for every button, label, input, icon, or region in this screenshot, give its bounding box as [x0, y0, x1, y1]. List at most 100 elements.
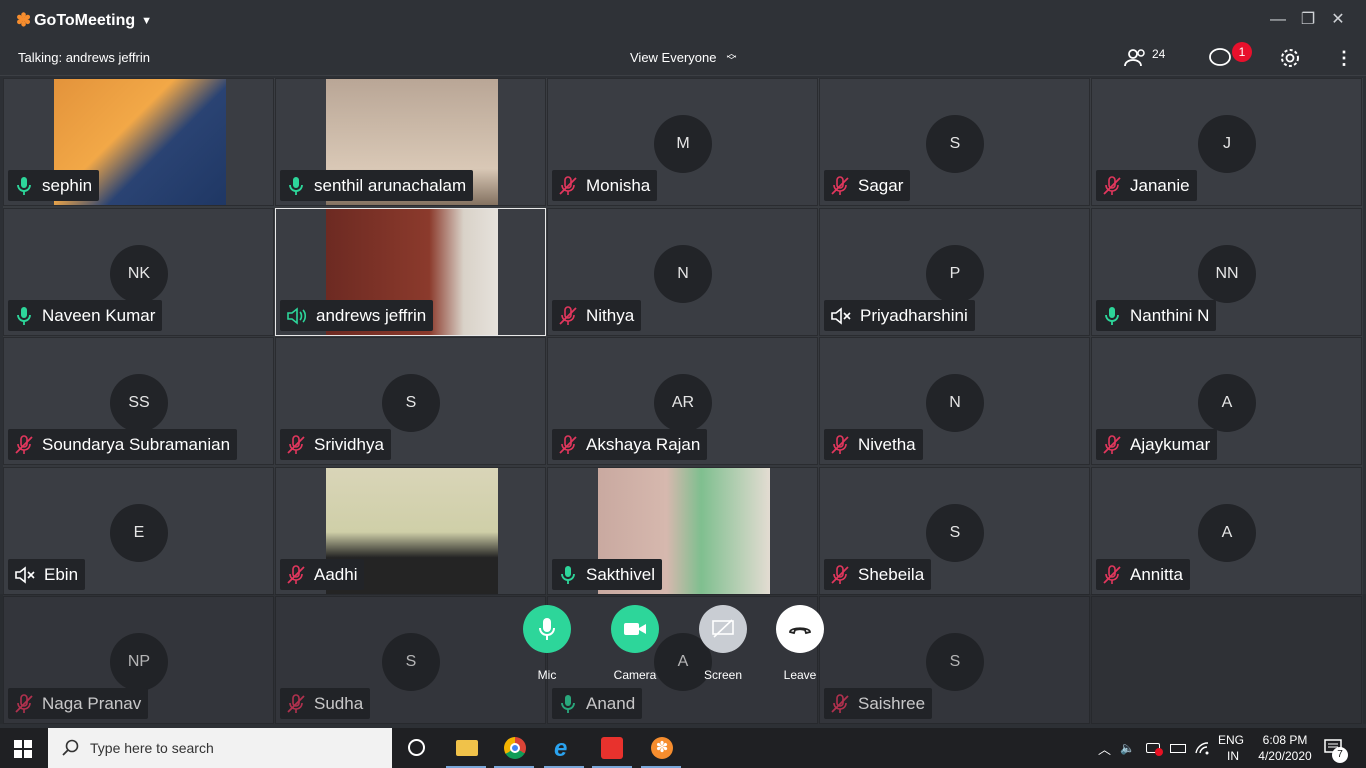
meeting-controls: Mic Camera Screen Leave	[0, 604, 1366, 684]
clock-date: 4/20/2020	[1258, 749, 1312, 763]
language-indicator[interactable]: ENG IN	[1218, 728, 1244, 768]
mic-on-icon	[558, 694, 578, 714]
gotomeeting-taskbar-icon[interactable]: ✽	[651, 737, 673, 759]
network-error-icon[interactable]	[1146, 728, 1163, 768]
participant-tile[interactable]: N Nivetha	[819, 337, 1090, 465]
participant-tile[interactable]: A Ajaykumar	[1091, 337, 1362, 465]
participant-name: Sudha	[314, 693, 364, 713]
clock[interactable]: 6:08 PM 4/20/2020	[1254, 728, 1316, 768]
participant-name-label: Sakthivel	[552, 559, 662, 590]
close-button[interactable]: ✕	[1326, 8, 1350, 32]
chrome-icon[interactable]	[504, 737, 526, 759]
participant-name-label: Shebeila	[824, 559, 932, 590]
participant-tile[interactable]: J Jananie	[1091, 78, 1362, 206]
participant-tile[interactable]: NN Nanthini N	[1091, 208, 1362, 336]
chevron-updown-icon: ︿ ﹀	[726, 48, 737, 67]
taskbar-search[interactable]: Type here to search	[48, 728, 392, 768]
participant-tile[interactable]: NK Naveen Kumar	[3, 208, 274, 336]
mic-muted-icon	[1102, 175, 1122, 196]
participant-tile[interactable]: S Sagar	[819, 78, 1090, 206]
participant-tile[interactable]: S Shebeila	[819, 467, 1090, 595]
participants-button[interactable]: 24	[1124, 46, 1165, 70]
participant-tile[interactable]: Sakthivel	[547, 467, 818, 595]
participant-tile[interactable]: E Ebin	[3, 467, 274, 595]
battery-icon[interactable]	[1170, 728, 1186, 768]
mic-muted-icon	[14, 434, 34, 455]
mic-on-icon	[14, 306, 34, 326]
more-options-button[interactable]: ⋮	[1335, 46, 1353, 70]
mic-button[interactable]	[523, 605, 571, 653]
participant-name: Akshaya Rajan	[586, 434, 701, 454]
participant-avatar: NN	[1198, 245, 1256, 303]
participant-name: Ajaykumar	[1130, 434, 1211, 454]
minimize-button[interactable]: —	[1266, 8, 1290, 32]
participant-avatar: E	[110, 504, 168, 562]
tray-chevron-icon[interactable]: ︿	[1098, 728, 1111, 768]
hang-up-icon	[789, 627, 811, 635]
view-selector[interactable]: View Everyone ︿ ﹀	[630, 48, 737, 67]
participant-name: Annitta	[1130, 564, 1183, 584]
participant-tile[interactable]: N Nithya	[547, 208, 818, 336]
task-view-icon[interactable]	[408, 739, 425, 756]
mic-muted-icon	[830, 175, 850, 196]
region-code: IN	[1227, 749, 1239, 763]
mic-muted-icon	[830, 693, 850, 714]
settings-button[interactable]	[1279, 46, 1301, 70]
mic-muted-icon	[1102, 434, 1122, 455]
chat-button[interactable]: 1	[1208, 42, 1252, 70]
title-bar: ✽ GoToMeeting ▼ — ❐ ✕	[0, 0, 1366, 40]
participant-name: sephin	[42, 175, 93, 195]
participant-name: Shebeila	[858, 564, 925, 584]
wifi-icon[interactable]	[1194, 728, 1210, 768]
participant-tile[interactable]: S Srividhya	[275, 337, 546, 465]
people-icon	[1124, 49, 1145, 67]
participant-name-label: Naga Pranav	[8, 688, 149, 719]
participant-tile[interactable]: A Annitta	[1091, 467, 1362, 595]
volume-icon[interactable]: 🔈	[1120, 728, 1135, 768]
camera-button[interactable]	[611, 605, 659, 653]
restore-button[interactable]: ❐	[1296, 8, 1320, 32]
chat-badge: 1	[1232, 42, 1252, 62]
participant-name-label: Srividhya	[280, 429, 391, 460]
anydesk-icon[interactable]	[601, 737, 623, 759]
participant-avatar: P	[926, 245, 984, 303]
speaking-icon	[286, 306, 308, 326]
app-menu[interactable]: ✽ GoToMeeting ▼	[16, 10, 152, 31]
camera-label: Camera	[613, 668, 657, 682]
participant-name-label: Monisha	[552, 170, 658, 201]
screen-share-off-icon	[712, 619, 734, 638]
participant-tile[interactable]: M Monisha	[547, 78, 818, 206]
participant-name: Aadhi	[314, 564, 358, 584]
participant-tile[interactable]: AR Akshaya Rajan	[547, 337, 818, 465]
mic-on-icon	[1102, 306, 1122, 326]
participant-name-label: Nanthini N	[1096, 300, 1217, 331]
internet-explorer-icon[interactable]: e	[554, 735, 567, 763]
participant-tile[interactable]: Aadhi	[275, 467, 546, 595]
participant-name-label: Priyadharshini	[824, 300, 975, 331]
participant-name-label: Naveen Kumar	[8, 300, 163, 331]
mic-label: Mic	[537, 668, 557, 682]
search-icon	[62, 739, 79, 756]
file-explorer-icon[interactable]	[456, 740, 478, 756]
start-button[interactable]	[14, 740, 32, 763]
clock-time: 6:08 PM	[1262, 733, 1308, 747]
participant-name-label: Nithya	[552, 300, 642, 331]
participant-tile[interactable]: sephin	[3, 78, 274, 206]
participant-name-label: sephin	[8, 170, 100, 201]
notifications-button[interactable]: 7	[1324, 728, 1348, 768]
mic-muted-icon	[558, 305, 578, 326]
participant-name-label: Jananie	[1096, 170, 1197, 201]
screen-share-button[interactable]	[699, 605, 747, 653]
participant-name-label: Ajaykumar	[1096, 429, 1218, 460]
talking-indicator: Talking: andrews jeffrin	[18, 50, 150, 65]
participant-avatar: S	[926, 115, 984, 173]
participant-tile[interactable]: SS Soundarya Subramanian	[3, 337, 274, 465]
mic-muted-icon	[830, 564, 850, 585]
participant-tile[interactable]: senthil arunachalam	[275, 78, 546, 206]
participant-name-label: Aadhi	[280, 559, 365, 590]
leave-button[interactable]	[776, 605, 824, 653]
chat-icon	[1209, 48, 1231, 66]
participant-avatar: SS	[110, 374, 168, 432]
participant-tile[interactable]: andrews jeffrin	[275, 208, 546, 336]
participant-tile[interactable]: P Priyadharshini	[819, 208, 1090, 336]
